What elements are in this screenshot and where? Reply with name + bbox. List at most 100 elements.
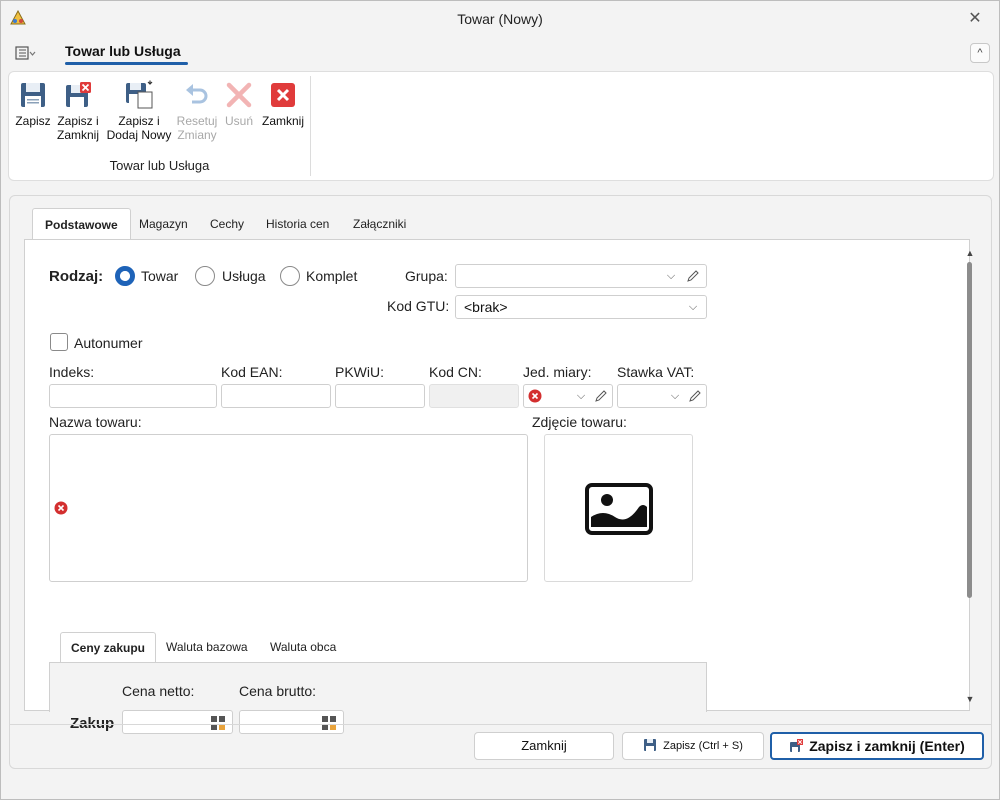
ribbon-group-label: Towar lub Usługa bbox=[109, 158, 210, 173]
delete-icon bbox=[226, 82, 252, 108]
ribbon-save-add-new-label-1: Zapisz i bbox=[118, 114, 160, 128]
photo-box[interactable] bbox=[544, 434, 693, 582]
autonumber-checkbox[interactable] bbox=[50, 333, 68, 351]
ribbon-save-button[interactable]: Zapisz bbox=[14, 80, 52, 128]
ribbon-save-add-new-button[interactable]: Zapisz i Dodaj Nowy bbox=[103, 80, 175, 142]
type-radio-usluga[interactable] bbox=[195, 266, 215, 286]
prices-panel: Ceny zakupu Waluta bazowa Waluta obca Ce… bbox=[49, 632, 707, 712]
calculator-icon[interactable] bbox=[210, 715, 226, 731]
tab-body-podstawowe: Rodzaj: Towar Usługa Komplet Grupa: ⌵ Ko… bbox=[24, 239, 974, 734]
save-close-icon bbox=[66, 82, 91, 107]
type-option-towar-label[interactable]: Towar bbox=[141, 268, 178, 284]
close-red-icon bbox=[271, 83, 295, 107]
gross-price-input[interactable] bbox=[239, 710, 344, 734]
calculator-icon[interactable] bbox=[321, 715, 337, 731]
gtu-combo[interactable]: <brak> ⌵ bbox=[455, 295, 707, 319]
pkwiu-label: PKWiU: bbox=[335, 364, 384, 380]
ribbon-group-separator bbox=[310, 76, 311, 176]
pencil-icon[interactable] bbox=[686, 269, 700, 283]
ribbon-panel: Zapisz Zapisz i Zamknij Zapisz i Dodaj N… bbox=[8, 71, 994, 181]
type-radio-towar[interactable] bbox=[115, 266, 135, 286]
pencil-icon[interactable] bbox=[688, 389, 702, 403]
cn-input bbox=[429, 384, 519, 408]
ribbon-reset-label-2: Zmiany bbox=[177, 128, 217, 142]
footer-separator bbox=[10, 724, 991, 725]
save-icon bbox=[644, 738, 657, 751]
error-icon bbox=[54, 501, 68, 515]
photo-label: Zdjęcie towaru: bbox=[532, 414, 627, 430]
unit-label: Jed. miary: bbox=[523, 364, 592, 380]
footer-save-close-label: Zapisz i zamknij (Enter) bbox=[809, 738, 965, 754]
pencil-icon[interactable] bbox=[594, 389, 608, 403]
chevron-down-icon[interactable]: ⌵ bbox=[574, 388, 588, 404]
tab-magazyn[interactable]: Magazyn bbox=[127, 208, 200, 240]
window-close-icon[interactable]: ✕ bbox=[965, 9, 985, 29]
subtab-waluta-obca[interactable]: Waluta obca bbox=[260, 632, 346, 662]
footer-save-button[interactable]: Zapisz (Ctrl + S) bbox=[622, 732, 764, 760]
footer-save-label: Zapisz (Ctrl + S) bbox=[663, 740, 743, 752]
subtab-waluta-bazowa[interactable]: Waluta bazowa bbox=[156, 632, 258, 662]
tab-cechy[interactable]: Cechy bbox=[198, 208, 256, 240]
net-price-input[interactable] bbox=[122, 710, 233, 734]
ribbon-close-label: Zamknij bbox=[261, 114, 304, 128]
vertical-scrollbar[interactable]: ▲ ▼ bbox=[963, 248, 977, 704]
type-radio-komplet[interactable] bbox=[280, 266, 300, 286]
footer-close-label: Zamknij bbox=[521, 738, 567, 753]
ribbon-delete-button[interactable]: Usuń bbox=[221, 80, 257, 128]
ribbon-reset-button[interactable]: Resetuj Zmiany bbox=[175, 80, 219, 142]
save-icon bbox=[21, 83, 45, 107]
ribbon-delete-label: Usuń bbox=[224, 114, 253, 128]
cn-label: Kod CN: bbox=[429, 364, 482, 380]
unit-combo[interactable]: ⌵ bbox=[523, 384, 613, 408]
chevron-down-icon[interactable]: ⌵ bbox=[686, 299, 700, 315]
scroll-up-icon[interactable]: ▲ bbox=[964, 248, 976, 258]
ribbon-collapse-button[interactable]: ^ bbox=[970, 43, 990, 63]
name-textarea[interactable] bbox=[49, 434, 528, 582]
scroll-thumb[interactable] bbox=[967, 262, 972, 598]
ribbon-tab-product[interactable]: Towar lub Usługa bbox=[65, 43, 181, 59]
group-combo[interactable]: ⌵ bbox=[455, 264, 707, 288]
tab-zalaczniki[interactable]: Załączniki bbox=[341, 208, 418, 240]
pkwiu-input[interactable] bbox=[335, 384, 425, 408]
net-price-label: Cena netto: bbox=[122, 683, 195, 699]
gtu-value: <brak> bbox=[464, 299, 508, 315]
chevron-down-icon[interactable]: ⌵ bbox=[664, 268, 678, 284]
content-area: Podstawowe Magazyn Cechy Historia cen Za… bbox=[9, 195, 992, 769]
footer-save-close-button[interactable]: Zapisz i zamknij (Enter) bbox=[770, 732, 984, 760]
index-input[interactable] bbox=[49, 384, 217, 408]
ribbon-save-add-new-label-2: Dodaj Nowy bbox=[106, 128, 172, 142]
type-option-usluga-label[interactable]: Usługa bbox=[222, 268, 266, 284]
gross-price-label: Cena brutto: bbox=[239, 683, 317, 699]
ribbon-close-button[interactable]: Zamknij bbox=[260, 80, 306, 128]
autonumber-label[interactable]: Autonumer bbox=[74, 335, 142, 351]
ean-input[interactable] bbox=[221, 384, 331, 408]
ribbon-save-close-label-1: Zapisz i bbox=[57, 114, 99, 128]
name-label: Nazwa towaru: bbox=[49, 414, 142, 430]
scroll-down-icon[interactable]: ▼ bbox=[964, 694, 976, 704]
type-option-komplet-label[interactable]: Komplet bbox=[306, 268, 357, 284]
save-close-icon bbox=[790, 738, 804, 752]
footer-close-button[interactable]: Zamknij bbox=[474, 732, 614, 760]
ribbon-menu-icon[interactable] bbox=[15, 45, 37, 61]
ribbon-reset-label-1: Resetuj bbox=[176, 114, 218, 128]
group-label: Grupa: bbox=[405, 268, 448, 284]
ribbon-save-label: Zapisz bbox=[15, 114, 51, 128]
undo-icon bbox=[186, 84, 208, 104]
tab-podstawowe[interactable]: Podstawowe bbox=[32, 208, 131, 240]
ribbon-tab-bar: Towar lub Usługa ^ bbox=[1, 39, 999, 69]
product-window: Towar (Nowy) ✕ Towar lub Usługa ^ Zapisz bbox=[0, 0, 1000, 800]
subtab-ceny-zakupu[interactable]: Ceny zakupu bbox=[60, 632, 157, 662]
index-label: Indeks: bbox=[49, 364, 95, 380]
ribbon-tab-indicator bbox=[65, 62, 188, 65]
ribbon-save-close-button[interactable]: Zapisz i Zamknij bbox=[55, 80, 101, 142]
chevron-down-icon[interactable]: ⌵ bbox=[668, 388, 682, 404]
gtu-label: Kod GTU: bbox=[387, 298, 450, 314]
image-placeholder-icon bbox=[585, 483, 653, 535]
window-title: Towar (Nowy) bbox=[457, 11, 543, 27]
vat-combo[interactable]: ⌵ bbox=[617, 384, 707, 408]
save-add-new-icon bbox=[126, 80, 153, 109]
title-bar: Towar (Nowy) ✕ bbox=[1, 1, 999, 37]
error-icon bbox=[528, 389, 542, 403]
tab-historia-cen[interactable]: Historia cen bbox=[254, 208, 341, 240]
type-label: Rodzaj: bbox=[49, 268, 104, 285]
